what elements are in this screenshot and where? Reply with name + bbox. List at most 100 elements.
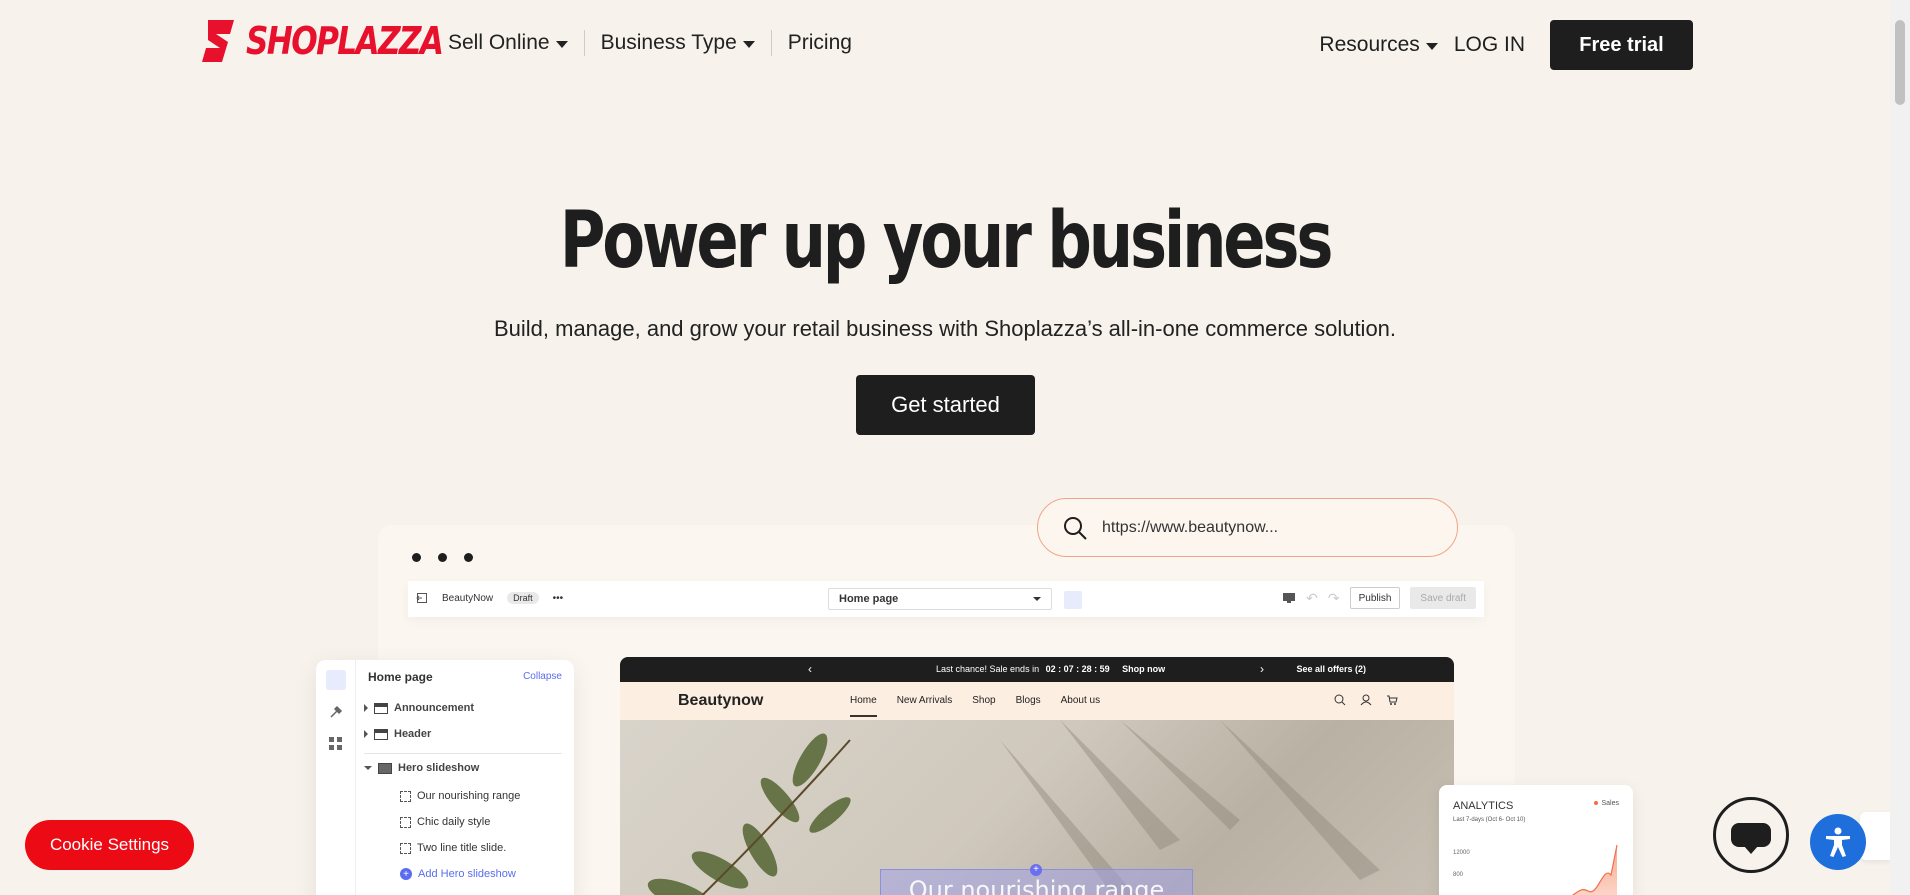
menu-sell-online[interactable]: Sell Online: [448, 30, 585, 56]
slide-icon: [400, 816, 411, 828]
chevron-down-icon: [1425, 43, 1438, 50]
store-name: BeautyNow: [442, 592, 494, 604]
collapse-button[interactable]: Collapse: [523, 671, 562, 682]
sections-icon[interactable]: [326, 670, 346, 690]
hero-subtitle: Build, manage, and grow your retail busi…: [493, 316, 1397, 341]
section-label: Announcement: [394, 702, 475, 714]
menu-label: Pricing: [787, 31, 852, 54]
store-nav-links: Home New Arrivals Shop Blogs About us: [850, 695, 1100, 717]
exit-icon[interactable]: [416, 592, 428, 604]
window-dot: [438, 553, 447, 562]
page-select[interactable]: Home page: [828, 588, 1052, 610]
sections-panel: Home page Collapse Announcement Header H…: [316, 660, 574, 895]
chat-button[interactable]: [1713, 797, 1789, 873]
menu-label: Resources: [1319, 33, 1420, 56]
brush-icon[interactable]: [326, 702, 346, 722]
store-header: Beautynow Home New Arrivals Shop Blogs A…: [620, 682, 1454, 720]
menu-business-type[interactable]: Business Type: [585, 30, 772, 56]
store-nav-shop[interactable]: Shop: [972, 695, 995, 717]
store-nav-blogs[interactable]: Blogs: [1016, 695, 1041, 717]
shoplazza-logo[interactable]: SHOPLAZZA: [200, 18, 485, 64]
publish-button[interactable]: Publish: [1349, 587, 1401, 609]
menu-resources[interactable]: Resources: [1319, 33, 1438, 57]
slide-label: Chic daily style: [417, 816, 491, 828]
window-dots: [412, 553, 473, 562]
accessibility-button[interactable]: [1810, 814, 1866, 870]
logo-text: SHOPLAZZA: [246, 19, 444, 63]
sales-chart: [1571, 844, 1618, 895]
slide-icon: [400, 842, 411, 854]
store-brand[interactable]: Beautynow: [678, 692, 763, 710]
add-slide-button[interactable]: + Add Hero slideshow: [400, 868, 516, 880]
store-preview: ‹ Last chance! Sale ends in 02 : 07 : 28…: [620, 657, 1454, 895]
slide-label: Two line title slide.: [417, 842, 507, 854]
y-tick: 800: [1453, 872, 1464, 878]
section-hero-slideshow[interactable]: Hero slideshow: [364, 762, 479, 774]
store-icons: [1334, 694, 1398, 706]
select-tool-icon[interactable]: [1064, 591, 1082, 609]
y-tick: 12000: [1453, 850, 1470, 856]
section-label: Hero slideshow: [398, 762, 480, 774]
store-nav-home[interactable]: Home: [850, 695, 877, 717]
page-select-value: Home page: [839, 593, 899, 605]
page-scrollbar[interactable]: [1890, 0, 1910, 895]
analytics-title: ANALYTICS: [1453, 800, 1514, 812]
chevron-down-icon: [555, 41, 568, 48]
store-nav-about[interactable]: About us: [1061, 695, 1100, 717]
announcement-text: Last chance! Sale ends in 02 : 07 : 28 :…: [936, 664, 1165, 674]
accessibility-icon: [1826, 827, 1850, 857]
desktop-icon[interactable]: [1282, 592, 1296, 604]
search-icon[interactable]: [1334, 694, 1346, 706]
url-text: https://www.beautynow...: [1102, 518, 1279, 536]
editor-toolbar: BeautyNow Draft ••• Home page ↶ ↷ Publis…: [408, 581, 1484, 617]
slide-item[interactable]: Chic daily style: [400, 816, 490, 828]
undo-icon[interactable]: ↶: [1306, 590, 1318, 607]
get-started-button[interactable]: Get started: [856, 375, 1035, 435]
store-nav-new-arrivals[interactable]: New Arrivals: [897, 695, 953, 717]
menu-pricing[interactable]: Pricing: [772, 30, 868, 56]
more-icon[interactable]: •••: [553, 593, 564, 604]
image-icon: [378, 762, 392, 774]
analytics-card: ANALYTICS Last 7-days (Oct 6- Oct 10) Sa…: [1439, 785, 1633, 895]
save-draft-button[interactable]: Save draft: [1410, 587, 1476, 609]
analytics-legend: Sales: [1594, 800, 1619, 807]
slide-item[interactable]: Our nourishing range: [400, 790, 520, 802]
window-dot: [412, 553, 421, 562]
announcement-message: Last chance! Sale ends in: [936, 664, 1040, 674]
editor-toolbar-left: BeautyNow Draft •••: [416, 592, 563, 604]
add-label: Add Hero slideshow: [418, 868, 516, 880]
user-icon[interactable]: [1360, 694, 1372, 706]
slide-item[interactable]: Two line title slide.: [400, 842, 506, 854]
section-header[interactable]: Header: [364, 728, 431, 740]
section-label: Header: [394, 728, 432, 740]
menu-label: Business Type: [600, 31, 737, 54]
expand-icon: [364, 730, 368, 738]
announcement-bar: ‹ Last chance! Sale ends in 02 : 07 : 28…: [620, 657, 1454, 682]
expand-icon: [364, 704, 368, 712]
slide-icon: [400, 790, 411, 802]
chevron-right-icon[interactable]: ›: [1260, 662, 1264, 676]
section-announcement[interactable]: Announcement: [364, 702, 474, 714]
plus-icon: +: [400, 868, 412, 880]
shop-now-link[interactable]: Shop now: [1122, 664, 1165, 674]
url-search-bar[interactable]: https://www.beautynow...: [1037, 498, 1458, 557]
offers-link[interactable]: See all offers (2): [1296, 664, 1366, 674]
chat-icon: [1731, 823, 1771, 854]
cart-icon[interactable]: [1386, 694, 1398, 706]
hero-title: Power up your business: [559, 196, 1334, 286]
divider: [364, 753, 562, 754]
cookie-settings-button[interactable]: Cookie Settings: [25, 820, 194, 870]
apps-icon[interactable]: [326, 734, 346, 754]
editor-toolbar-right: ↶ ↷ Publish Save draft: [1282, 587, 1476, 609]
login-link[interactable]: LOG IN: [1454, 33, 1525, 57]
panel-title: Home page: [368, 670, 433, 684]
collapse-icon: [364, 766, 372, 770]
slide-label: Our nourishing range: [417, 790, 521, 802]
add-block-handle[interactable]: +: [1030, 864, 1042, 876]
free-trial-button[interactable]: Free trial: [1550, 20, 1693, 70]
logo-mark-icon: [202, 20, 234, 62]
redo-icon[interactable]: ↷: [1328, 590, 1340, 607]
chevron-left-icon[interactable]: ‹: [808, 662, 812, 676]
search-icon: [1064, 517, 1087, 540]
scrollbar-thumb[interactable]: [1895, 20, 1905, 105]
